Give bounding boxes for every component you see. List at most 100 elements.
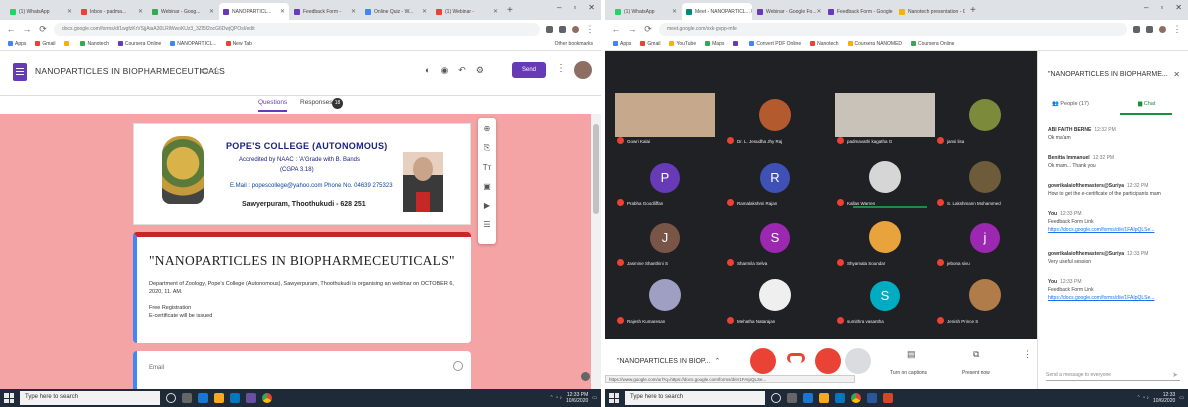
- required-toggle-icon[interactable]: [453, 361, 463, 371]
- google-forms-icon[interactable]: [13, 63, 27, 81]
- tray-icons[interactable]: ⌃ ◔ ♪: [550, 395, 563, 401]
- folder-icon[interactable]: ▭: [200, 65, 213, 75]
- clock[interactable]: 12:33 PM 10/6/2020: [566, 392, 588, 404]
- browser-tab[interactable]: Meet - NANOPARTICL...✕: [682, 3, 752, 20]
- present-icon[interactable]: ⧉: [973, 349, 979, 360]
- tab-close-icon[interactable]: ✕: [351, 8, 356, 15]
- tab-close-icon[interactable]: ✕: [493, 8, 498, 15]
- browser-tab[interactable]: Inbox - padma... ✕: [77, 3, 147, 20]
- maximize-icon[interactable]: ▫: [573, 3, 576, 12]
- extension-icon[interactable]: [572, 25, 579, 33]
- scrollbar-thumb[interactable]: [593, 124, 599, 214]
- help-icon[interactable]: [581, 372, 590, 381]
- participant-tile[interactable]: P Prabha Goodliffan: [615, 155, 715, 208]
- add-question-icon[interactable]: ⊕: [484, 124, 491, 133]
- extension-icon[interactable]: [1133, 25, 1140, 33]
- address-bar[interactable]: meet.google.com/xxk-gvpp-mfe: [659, 22, 1127, 36]
- browser-tab[interactable]: Feedback Form - Google For...✕: [824, 3, 894, 20]
- preview-icon[interactable]: ◉: [440, 65, 448, 76]
- extension-icon[interactable]: [546, 25, 553, 33]
- browser-tab[interactable]: Online Quiz - W... ✕: [361, 3, 431, 20]
- notification-icon[interactable]: ▭: [1179, 395, 1184, 401]
- close-icon[interactable]: ✕: [1175, 3, 1182, 12]
- send-button[interactable]: Send: [512, 62, 546, 78]
- minimize-icon[interactable]: –: [557, 3, 561, 12]
- extension-icon[interactable]: [559, 25, 566, 33]
- tab-close-icon[interactable]: ✕: [280, 8, 285, 15]
- browser-tab[interactable]: (1) WhatsApp ✕: [611, 3, 681, 20]
- chat-input[interactable]: Send a message to everyone: [1046, 369, 1180, 381]
- meeting-details[interactable]: "NANOPARTICLES IN BIOP... ⌃: [617, 357, 720, 365]
- tab-questions[interactable]: Questions: [258, 99, 288, 112]
- bookmark-item[interactable]: YouTube: [669, 41, 696, 47]
- tab-close-icon[interactable]: ✕: [817, 8, 822, 15]
- bookmark-item[interactable]: [64, 41, 71, 47]
- file-explorer-icon[interactable]: [214, 393, 224, 403]
- palette-icon[interactable]: ◐: [425, 65, 430, 76]
- captions-icon[interactable]: ▤: [907, 349, 916, 360]
- close-icon[interactable]: ✕: [588, 3, 595, 12]
- bookmark-item[interactable]: Gmail: [640, 41, 660, 47]
- message-link[interactable]: https://docs.google.com/forms/d/e/1FAIpQ…: [1048, 227, 1176, 233]
- participant-tile[interactable]: padmavathi kagatha G: [835, 93, 935, 146]
- store-icon[interactable]: [230, 393, 240, 403]
- participant-tile[interactable]: Dr. L. Jesudha Jhy Raj: [725, 93, 825, 146]
- close-icon[interactable]: ✕: [1173, 70, 1180, 79]
- participant-tile[interactable]: jansi lisa: [935, 93, 1035, 146]
- taskbar-search-input[interactable]: Type here to search: [20, 391, 160, 405]
- more-options-icon[interactable]: ⋮: [556, 63, 566, 74]
- tab-close-icon[interactable]: ✕: [67, 8, 72, 15]
- chrome-icon[interactable]: [851, 393, 861, 403]
- notification-icon[interactable]: ▭: [592, 395, 597, 401]
- avatar[interactable]: [574, 61, 592, 79]
- browser-tab[interactable]: Webinar - Goog... ✕: [148, 3, 218, 20]
- question-card[interactable]: Email: [133, 351, 471, 389]
- reload-icon[interactable]: ⟳: [643, 24, 653, 35]
- extension-icon[interactable]: [1146, 25, 1153, 33]
- mic-toggle-button[interactable]: [750, 348, 776, 374]
- participant-tile[interactable]: Kallas Warren: [835, 155, 935, 208]
- more-options-icon[interactable]: ⋮: [1023, 349, 1032, 360]
- participant-tile[interactable]: Jenish Prince S: [935, 273, 1035, 326]
- bookmark-item[interactable]: Coursera Online: [117, 41, 161, 47]
- browser-menu-icon[interactable]: ⋮: [585, 24, 595, 35]
- undo-icon[interactable]: ↶: [458, 65, 466, 76]
- add-title-icon[interactable]: Tт: [483, 163, 492, 172]
- bookmark-item[interactable]: Apps: [613, 41, 631, 47]
- bookmark-item[interactable]: Nanotech: [80, 41, 109, 47]
- tab-people[interactable]: 👥 People (17): [1052, 101, 1089, 107]
- present-now-button[interactable]: Present now: [962, 370, 990, 376]
- tab-close-icon[interactable]: ✕: [209, 8, 214, 15]
- participant-tile[interactable]: Mehatha Natarajan: [725, 273, 825, 326]
- minimize-icon[interactable]: –: [1144, 3, 1148, 12]
- bookmark-item[interactable]: [733, 41, 740, 47]
- bookmark-item[interactable]: Maps: [705, 41, 724, 47]
- form-title[interactable]: "NANOPARTICLES IN BIOPHARMECEUTICALS": [149, 253, 455, 269]
- browser-tab[interactable]: Nanotech presentation - Goog...✕: [895, 3, 965, 20]
- back-icon[interactable]: ←: [611, 24, 621, 34]
- participant-tile[interactable]: Rajesh Kumaresan: [615, 273, 715, 326]
- bookmark-item[interactable]: Convert PDF Online: [749, 41, 801, 47]
- tab-responses[interactable]: Responses: [300, 99, 333, 106]
- form-title-card[interactable]: "NANOPARTICLES IN BIOPHARMECEUTICALS" De…: [133, 232, 471, 343]
- new-tab-icon[interactable]: +: [507, 5, 513, 16]
- tray-icons[interactable]: ⌃ ◔ ♪: [1137, 395, 1150, 401]
- cortana-icon[interactable]: [771, 393, 781, 403]
- photos-icon[interactable]: [246, 393, 256, 403]
- bookmark-item[interactable]: Coursera NANOMED: [847, 41, 902, 47]
- word-icon[interactable]: [867, 393, 877, 403]
- bookmark-item[interactable]: NANOPARTICL...: [170, 41, 217, 47]
- bookmark-item[interactable]: Nanotech: [810, 41, 839, 47]
- participant-tile[interactable]: j jebona sivu: [935, 215, 1035, 268]
- bookmark-item[interactable]: Coursera Online: [911, 41, 954, 47]
- edge-icon[interactable]: [803, 393, 813, 403]
- tab-close-icon[interactable]: ✕: [672, 8, 677, 15]
- send-message-icon[interactable]: ➤: [1172, 371, 1178, 379]
- bookmark-item[interactable]: New Tab: [225, 41, 252, 47]
- clock[interactable]: 12:33 10/6/2020: [1153, 392, 1175, 404]
- settings-icon[interactable]: ⚙: [476, 65, 484, 76]
- browser-tab[interactable]: (1) Webinar - ✕: [432, 3, 502, 20]
- participant-tile[interactable]: Shyamala Soundar: [835, 215, 935, 268]
- reload-icon[interactable]: ⟳: [38, 24, 48, 35]
- message-link[interactable]: https://docs.google.com/forms/d/e/1FAIpQ…: [1048, 295, 1176, 301]
